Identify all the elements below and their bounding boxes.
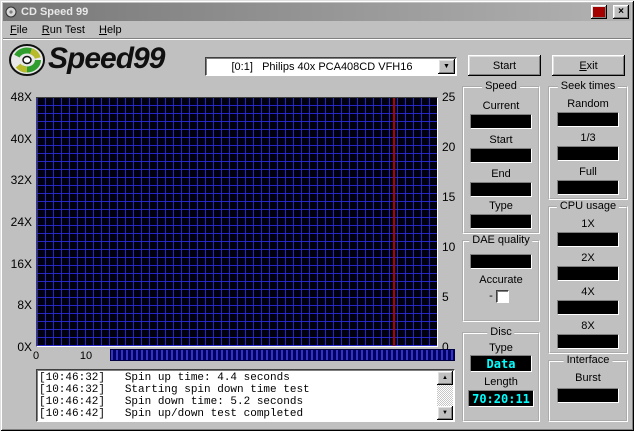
interface-burst-display bbox=[557, 388, 619, 403]
interface-panel-title: Interface bbox=[564, 354, 613, 366]
interface-burst-label: Burst bbox=[550, 372, 626, 384]
close-button[interactable]: × bbox=[613, 5, 629, 19]
seek-random-label: Random bbox=[550, 98, 626, 110]
drive-selector-value: [0:1] Philips 40x PCA408CD VFH16 bbox=[206, 61, 438, 73]
log-line: [10:46:42] Spin up/down test completed bbox=[39, 408, 437, 419]
title-bar: CD Speed 99 × bbox=[3, 3, 631, 21]
log-line: [10:46:32] Starting spin down time test bbox=[39, 384, 437, 396]
menu-bar: File Run Test Help bbox=[3, 21, 631, 39]
app-logo-text: Speed99 bbox=[48, 42, 164, 76]
app-window: CD Speed 99 × File Run Test Help Speed99… bbox=[0, 0, 634, 431]
disc-length-label: Length bbox=[464, 376, 538, 388]
disc-panel: Disc Type Data Length 70:20:11 bbox=[462, 332, 540, 422]
y-axis-label: 32X bbox=[0, 173, 32, 187]
disc-type-display: Data bbox=[470, 355, 532, 372]
cpu-usage-panel-title: CPU usage bbox=[557, 200, 619, 212]
speed-current-label: Current bbox=[464, 100, 538, 112]
speed-start-display bbox=[470, 148, 532, 163]
log-line: [10:46:32] Spin up time: 4.4 seconds bbox=[39, 372, 437, 384]
y-axis-right-label: 20 bbox=[442, 140, 462, 154]
log-scrollbar[interactable]: ▲ ▼ bbox=[437, 371, 453, 420]
dae-quality-panel-title: DAE quality bbox=[469, 234, 532, 246]
cpu-2x-display bbox=[557, 266, 619, 281]
cpu-4x-label: 4X bbox=[550, 286, 626, 298]
dae-quality-display bbox=[470, 254, 532, 269]
speed-panel-title: Speed bbox=[482, 80, 520, 92]
seek-times-panel: Seek times Random 1/3 Full bbox=[548, 86, 628, 200]
disc-end-marker-line bbox=[393, 98, 395, 346]
speed-current-display bbox=[470, 114, 532, 129]
y-axis-right-label: 15 bbox=[442, 190, 462, 204]
menu-help[interactable]: Help bbox=[92, 22, 129, 38]
cd-logo-icon bbox=[6, 42, 46, 81]
dae-accurate-value: - bbox=[444, 290, 538, 302]
cpu-2x-label: 2X bbox=[550, 252, 626, 264]
scroll-up-icon: ▲ bbox=[442, 375, 448, 381]
speed-end-display bbox=[470, 182, 532, 197]
seek-full-display bbox=[557, 180, 619, 195]
speed-chart-plot bbox=[36, 97, 438, 347]
cpu-1x-display bbox=[557, 232, 619, 247]
y-axis-right-label: 10 bbox=[442, 240, 462, 254]
window-title: CD Speed 99 bbox=[21, 6, 88, 18]
scroll-down-button[interactable]: ▼ bbox=[437, 406, 453, 420]
cpu-1x-label: 1X bbox=[550, 218, 626, 230]
exit-button[interactable]: Exit bbox=[552, 55, 625, 76]
menu-file[interactable]: File bbox=[3, 22, 35, 38]
scroll-down-icon: ▼ bbox=[442, 410, 448, 416]
test-log-listbox[interactable]: [10:46:32] Spin up time: 4.4 seconds [10… bbox=[36, 369, 455, 422]
disc-type-label: Type bbox=[464, 342, 538, 354]
y-axis-label: 24X bbox=[0, 215, 32, 229]
y-axis-label: 16X bbox=[0, 257, 32, 271]
cpu-8x-label: 8X bbox=[550, 320, 626, 332]
x-axis-label: 10 bbox=[74, 350, 98, 362]
app-icon bbox=[5, 6, 17, 18]
y-axis-label: 8X bbox=[0, 298, 32, 312]
cpu-8x-display bbox=[557, 334, 619, 349]
close-icon: × bbox=[618, 7, 624, 17]
menu-run-test[interactable]: Run Test bbox=[35, 22, 92, 38]
drive-selector[interactable]: [0:1] Philips 40x PCA408CD VFH16 ▼ bbox=[205, 57, 457, 76]
scroll-up-button[interactable]: ▲ bbox=[437, 371, 453, 385]
dae-accurate-checkbox[interactable] bbox=[496, 290, 509, 303]
dae-quality-panel: DAE quality Accurate - bbox=[462, 240, 540, 322]
seek-full-label: Full bbox=[550, 166, 626, 178]
x-axis-label: 0 bbox=[24, 350, 48, 362]
y-axis-label: 40X bbox=[0, 132, 32, 146]
x-axis-progress-bar bbox=[110, 349, 455, 361]
seek-random-display bbox=[557, 112, 619, 127]
y-axis-label: 48X bbox=[0, 90, 32, 104]
speed-panel: Speed Current Start End Type bbox=[462, 86, 540, 234]
disc-panel-title: Disc bbox=[487, 326, 514, 338]
seek-times-panel-title: Seek times bbox=[558, 80, 618, 92]
minimize-button[interactable] bbox=[591, 5, 607, 19]
start-button[interactable]: Start bbox=[468, 55, 541, 76]
chevron-down-icon[interactable]: ▼ bbox=[438, 59, 455, 74]
dae-accurate-label: Accurate bbox=[464, 274, 538, 286]
cpu-usage-panel: CPU usage 1X 2X 4X 8X bbox=[548, 206, 628, 354]
speed-type-display bbox=[470, 214, 532, 229]
y-axis-right-label: 25 bbox=[442, 90, 462, 104]
cpu-4x-display bbox=[557, 300, 619, 315]
speed-end-label: End bbox=[464, 168, 538, 180]
speed-start-label: Start bbox=[464, 134, 538, 146]
interface-panel: Interface Burst bbox=[548, 360, 628, 422]
test-log-lines: [10:46:32] Spin up time: 4.4 seconds [10… bbox=[39, 372, 437, 419]
seek-third-display bbox=[557, 146, 619, 161]
disc-length-display: 70:20:11 bbox=[468, 390, 534, 407]
seek-third-label: 1/3 bbox=[550, 132, 626, 144]
log-line: [10:46:42] Spin down time: 5.2 seconds bbox=[39, 396, 437, 408]
speed-type-label: Type bbox=[464, 200, 538, 212]
